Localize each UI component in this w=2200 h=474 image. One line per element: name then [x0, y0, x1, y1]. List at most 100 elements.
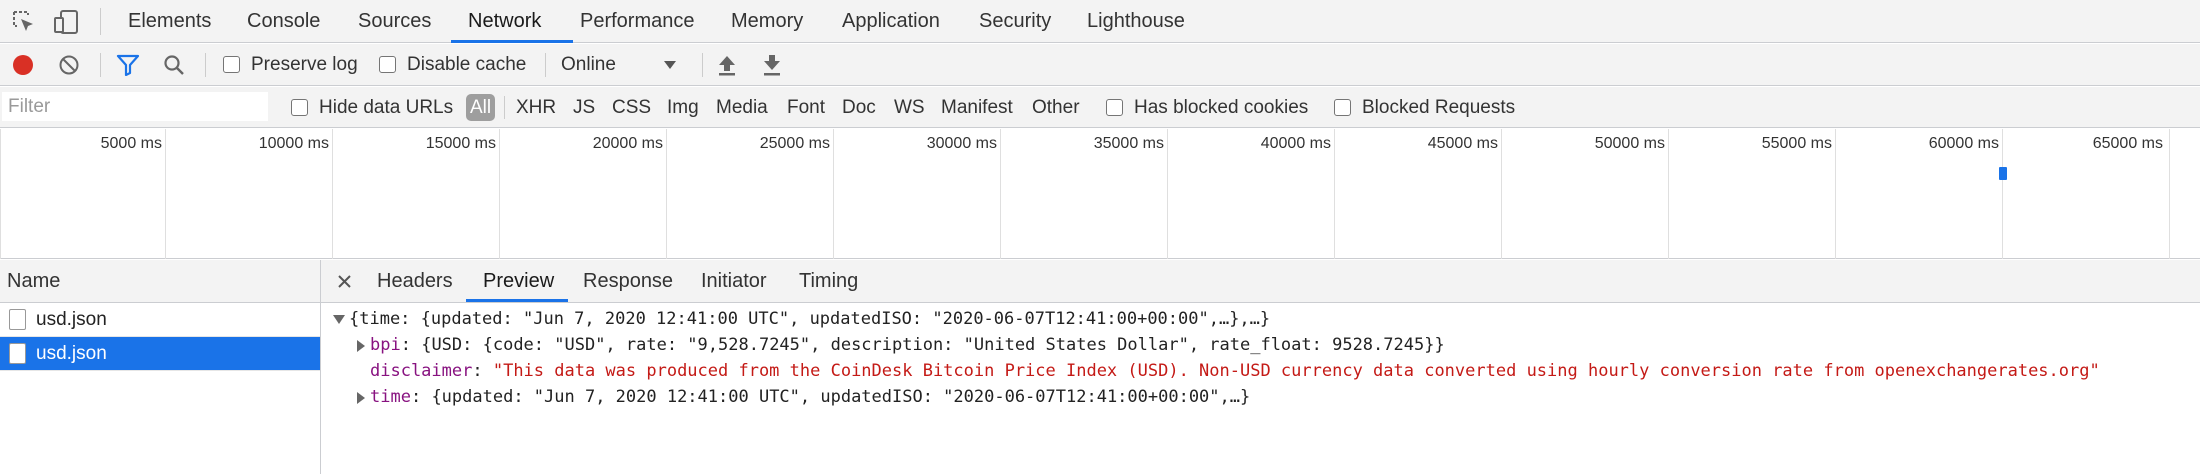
json-value: {updated: "Jun 7, 2020 12:41:00 UTC", up… [431, 387, 1251, 407]
timeline-gridline [2169, 129, 2170, 259]
json-key: bpi [370, 335, 401, 355]
request-name: usd.json [36, 309, 107, 330]
timeline-tick-label: 60000 ms [1928, 135, 1999, 152]
clear-icon[interactable] [58, 54, 80, 76]
has-blocked-cookies-checkbox[interactable] [1106, 99, 1123, 116]
timeline-overview[interactable]: 5000 ms 10000 ms 15000 ms 20000 ms 25000… [0, 129, 2200, 259]
timeline-gridline [1167, 129, 1168, 259]
import-har-icon[interactable] [716, 53, 738, 77]
preserve-log-checkbox[interactable] [223, 56, 240, 73]
timeline-tick-label: 30000 ms [926, 135, 997, 152]
inspect-element-icon[interactable] [10, 8, 38, 36]
network-toolbar: Preserve log Disable cache Online [0, 44, 2200, 86]
filter-type-xhr[interactable]: XHR [516, 87, 556, 128]
blocked-requests-checkbox[interactable] [1334, 99, 1351, 116]
export-har-icon[interactable] [761, 53, 783, 77]
device-toolbar-icon[interactable] [52, 8, 80, 36]
json-property-time[interactable]: time: {updated: "Jun 7, 2020 12:41:00 UT… [370, 387, 1250, 407]
tab-sources[interactable]: Sources [358, 0, 431, 42]
filter-type-manifest[interactable]: Manifest [941, 87, 1013, 128]
json-value: {USD: {code: "USD", rate: "9,528.7245", … [421, 335, 1445, 355]
timeline-gridline [666, 129, 667, 259]
devtools-tab-bar: Elements Console Sources Network Perform… [0, 0, 2200, 43]
expanded-arrow-icon[interactable] [333, 315, 345, 324]
timeline-tick-label: 50000 ms [1594, 135, 1665, 152]
active-tab-indicator [466, 299, 568, 302]
request-row-selected[interactable]: usd.json [0, 337, 320, 371]
tab-lighthouse[interactable]: Lighthouse [1087, 0, 1185, 42]
chevron-down-icon [664, 61, 676, 69]
request-timing-bar [1999, 167, 2007, 180]
toolbar-divider [100, 8, 101, 35]
filter-type-css[interactable]: CSS [612, 87, 651, 128]
tab-security[interactable]: Security [979, 0, 1051, 42]
timeline-tick-label: 15000 ms [425, 135, 496, 152]
filter-type-other[interactable]: Other [1032, 87, 1080, 128]
timeline-gridline [2002, 129, 2003, 259]
tab-application[interactable]: Application [842, 0, 940, 42]
toolbar-divider [545, 53, 546, 77]
toolbar-divider [100, 53, 101, 77]
filter-bar: Hide data URLs All XHR JS CSS Img Media … [0, 87, 2200, 128]
timeline-tick-label: 45000 ms [1427, 135, 1498, 152]
disable-cache-checkbox[interactable] [379, 56, 396, 73]
document-icon [9, 343, 26, 364]
filter-type-all[interactable]: All [466, 94, 496, 121]
timeline-gridline [499, 129, 500, 259]
has-blocked-cookies-label: Has blocked cookies [1134, 97, 1309, 118]
toolbar-divider [702, 53, 703, 77]
timeline-gridline [1835, 129, 1836, 259]
tab-elements[interactable]: Elements [128, 0, 211, 42]
timeline-gridline [1668, 129, 1669, 259]
toolbar-divider [205, 53, 206, 77]
name-column-header[interactable]: Name [0, 260, 320, 303]
hide-data-urls-checkbox[interactable] [291, 99, 308, 116]
filter-icon[interactable] [116, 54, 140, 76]
filter-input[interactable] [2, 92, 268, 121]
json-string-value: "This data was produced from the CoinDes… [492, 361, 2100, 381]
requests-panel: Name usd.json usd.json [0, 260, 321, 474]
tab-timing[interactable]: Timing [799, 260, 858, 302]
filter-type-media[interactable]: Media [716, 87, 768, 128]
toolbar-divider [504, 96, 505, 119]
timeline-tick-label: 40000 ms [1260, 135, 1331, 152]
throttling-select[interactable]: Online [555, 48, 685, 82]
close-icon[interactable] [338, 275, 351, 288]
filter-type-js[interactable]: JS [573, 87, 595, 128]
filter-type-ws[interactable]: WS [894, 87, 925, 128]
tab-memory[interactable]: Memory [731, 0, 803, 42]
disable-cache-label: Disable cache [407, 54, 527, 75]
request-row[interactable]: usd.json [0, 303, 320, 337]
request-name: usd.json [36, 343, 107, 364]
timeline-gridline [1000, 129, 1001, 259]
timeline-tick-label: 65000 ms [2092, 135, 2163, 152]
json-key: disclaimer [370, 361, 473, 381]
detail-tab-bar: Headers Preview Response Initiator Timin… [321, 260, 2200, 303]
record-icon[interactable] [11, 53, 35, 77]
timeline-gridline [165, 129, 166, 259]
tab-performance[interactable]: Performance [580, 0, 695, 42]
tab-response[interactable]: Response [583, 260, 673, 302]
json-root[interactable]: {time: {updated: "Jun 7, 2020 12:41:00 U… [349, 309, 1270, 329]
tab-headers[interactable]: Headers [377, 260, 453, 302]
filter-type-doc[interactable]: Doc [842, 87, 876, 128]
timeline-tick-label: 20000 ms [592, 135, 663, 152]
tab-preview[interactable]: Preview [483, 260, 554, 302]
filter-type-font[interactable]: Font [787, 87, 825, 128]
timeline-tick-label: 10000 ms [258, 135, 329, 152]
tab-network[interactable]: Network [468, 0, 541, 42]
timeline-gridline [332, 129, 333, 259]
filter-type-img[interactable]: Img [667, 87, 699, 128]
request-detail-panel: Headers Preview Response Initiator Timin… [321, 260, 2200, 474]
timeline-gridline [1334, 129, 1335, 259]
search-icon[interactable] [163, 54, 185, 76]
collapsed-arrow-icon[interactable] [357, 392, 365, 404]
json-property-bpi[interactable]: bpi: {USD: {code: "USD", rate: "9,528.72… [370, 335, 1445, 355]
tab-initiator[interactable]: Initiator [701, 260, 767, 302]
tab-console[interactable]: Console [247, 0, 320, 42]
collapsed-arrow-icon[interactable] [357, 340, 365, 352]
active-tab-indicator [451, 40, 573, 43]
json-property-disclaimer: disclaimer: "This data was produced from… [370, 361, 2100, 381]
throttling-value: Online [561, 54, 616, 75]
timeline-tick-label: 25000 ms [759, 135, 830, 152]
